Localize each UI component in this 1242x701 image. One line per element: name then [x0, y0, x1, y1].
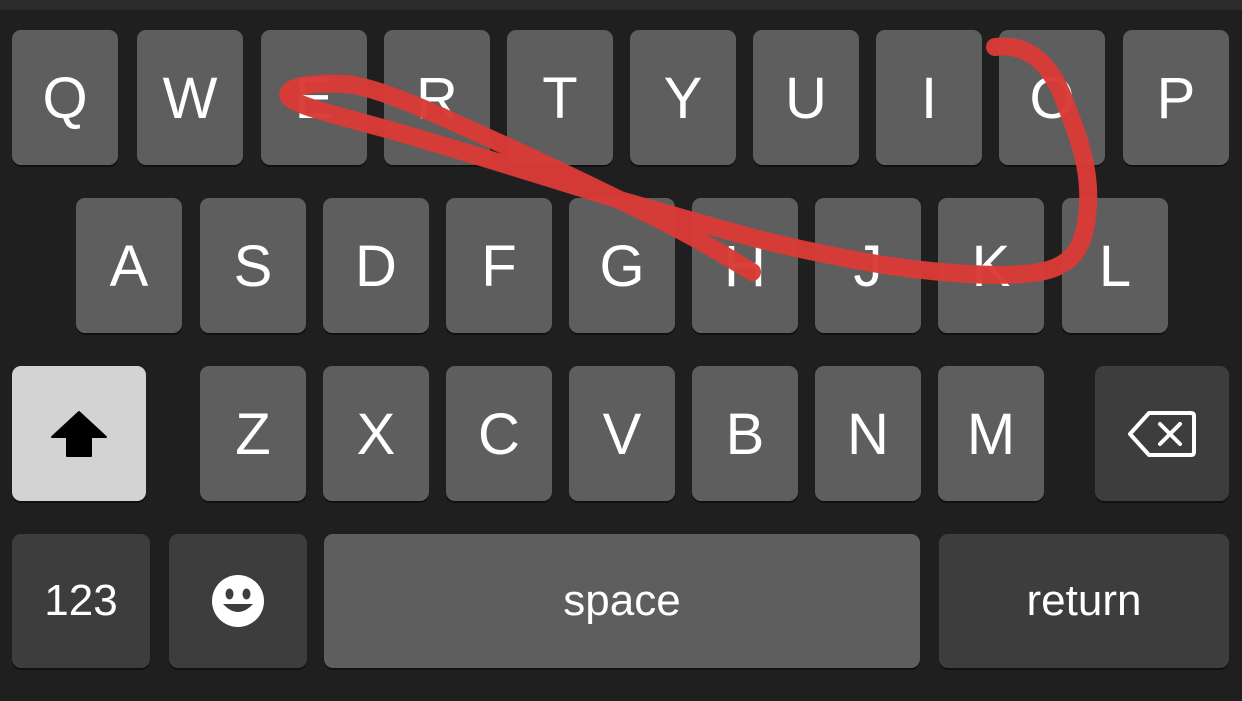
numbers-key[interactable]: 123	[12, 534, 150, 668]
key-label: B	[725, 401, 765, 467]
key-label: Y	[663, 65, 703, 131]
key-u[interactable]: U	[753, 30, 859, 165]
key-label: D	[355, 233, 397, 299]
key-q[interactable]: Q	[12, 30, 118, 165]
key-label: K	[971, 233, 1011, 299]
key-label: F	[481, 233, 517, 299]
key-t[interactable]: T	[507, 30, 613, 165]
key-l[interactable]: L	[1062, 198, 1168, 333]
key-label: A	[109, 233, 149, 299]
key-z[interactable]: Z	[200, 366, 306, 501]
key-label: R	[416, 65, 458, 131]
key-label: Q	[42, 65, 88, 131]
key-w[interactable]: W	[137, 30, 243, 165]
key-g[interactable]: G	[569, 198, 675, 333]
key-label: G	[599, 233, 645, 299]
key-j[interactable]: J	[815, 198, 921, 333]
key-label: T	[542, 65, 578, 131]
key-r[interactable]: R	[384, 30, 490, 165]
key-label: Z	[235, 401, 271, 467]
key-i[interactable]: I	[876, 30, 982, 165]
shift-arrow-icon	[51, 410, 107, 457]
key-v[interactable]: V	[569, 366, 675, 501]
key-label: O	[1029, 65, 1075, 131]
key-a[interactable]: A	[76, 198, 182, 333]
key-label: C	[478, 401, 520, 467]
key-p[interactable]: P	[1123, 30, 1229, 165]
backspace-icon	[1128, 410, 1196, 457]
space-key-label: space	[563, 576, 681, 625]
keyboard: Q W E R T Y U I O P A S D F G H J K L Z …	[0, 0, 1242, 701]
emoji-smiley-icon	[212, 575, 264, 627]
numbers-key-label: 123	[44, 576, 118, 625]
key-e[interactable]: E	[261, 30, 367, 165]
return-key[interactable]: return	[939, 534, 1229, 668]
key-label: M	[966, 401, 1016, 467]
key-d[interactable]: D	[323, 198, 429, 333]
space-key[interactable]: space	[324, 534, 920, 668]
key-m[interactable]: M	[938, 366, 1044, 501]
key-f[interactable]: F	[446, 198, 552, 333]
key-label: X	[356, 401, 396, 467]
emoji-key[interactable]	[169, 534, 307, 668]
key-y[interactable]: Y	[630, 30, 736, 165]
backspace-key[interactable]	[1095, 366, 1229, 501]
key-label: N	[847, 401, 889, 467]
key-h[interactable]: H	[692, 198, 798, 333]
key-c[interactable]: C	[446, 366, 552, 501]
shift-key[interactable]	[12, 366, 146, 501]
key-o[interactable]: O	[999, 30, 1105, 165]
key-label: U	[785, 65, 827, 131]
key-s[interactable]: S	[200, 198, 306, 333]
key-label: P	[1156, 65, 1196, 131]
key-label: I	[920, 65, 938, 131]
key-n[interactable]: N	[815, 366, 921, 501]
key-label: W	[162, 65, 218, 131]
key-label: V	[602, 401, 642, 467]
key-label: S	[233, 233, 273, 299]
key-label: H	[724, 233, 766, 299]
key-b[interactable]: B	[692, 366, 798, 501]
key-label: E	[294, 65, 334, 131]
key-k[interactable]: K	[938, 198, 1044, 333]
key-x[interactable]: X	[323, 366, 429, 501]
return-key-label: return	[1026, 576, 1142, 625]
key-label: L	[1098, 233, 1132, 299]
key-label: J	[853, 233, 883, 299]
